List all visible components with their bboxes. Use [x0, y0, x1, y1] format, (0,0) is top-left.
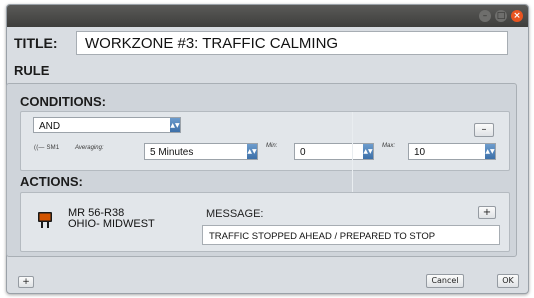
sensor-label: ((— SM1 — [34, 145, 60, 151]
min-label: Min: — [266, 143, 278, 149]
message-input[interactable]: TRAFFIC STOPPED AHEAD / PREPARED TO STOP — [202, 225, 500, 245]
max-select[interactable]: 10 ▲▼ — [408, 143, 496, 160]
operator-value: AND — [39, 121, 61, 132]
max-label: Max: — [382, 143, 396, 149]
min-select[interactable]: 0 ▲▼ — [294, 143, 374, 160]
message-label: MESSAGE: — [206, 208, 264, 220]
conditions-heading: CONDITIONS: — [20, 94, 106, 109]
dropdown-arrow-icon: ▲▼ — [363, 144, 373, 159]
title-bar: – □ × — [7, 5, 528, 27]
remove-condition-button[interactable]: – — [474, 123, 494, 137]
add-action-button[interactable]: + — [478, 206, 496, 219]
averaging-label: Averaging: — [75, 145, 104, 151]
actions-heading: ACTIONS: — [20, 174, 83, 189]
rule-heading: RULE — [14, 63, 50, 78]
averaging-value: 5 Minutes — [150, 147, 194, 158]
title-label: TITLE: — [14, 35, 58, 51]
max-value: 10 — [414, 147, 426, 158]
min-value: 0 — [300, 147, 306, 158]
add-condition-button[interactable]: + — [18, 276, 34, 288]
ok-button[interactable]: OK — [497, 274, 519, 288]
sign-location: OHIO- MIDWEST — [68, 218, 155, 230]
cancel-button[interactable]: Cancel — [426, 274, 464, 288]
dropdown-arrow-icon: ▲▼ — [485, 144, 495, 159]
dropdown-arrow-icon: ▲▼ — [170, 118, 180, 132]
operator-select[interactable]: AND ▲▼ — [33, 117, 181, 133]
averaging-select[interactable]: 5 Minutes ▲▼ — [144, 143, 258, 160]
sign-icon — [38, 212, 52, 228]
dropdown-arrow-icon: ▲▼ — [247, 144, 257, 159]
close-icon[interactable]: × — [511, 10, 523, 22]
minimize-icon[interactable]: – — [479, 10, 491, 22]
maximize-icon[interactable]: □ — [495, 10, 507, 22]
sign-name: MR 56-R38 OHIO- MIDWEST — [68, 208, 155, 230]
title-input[interactable]: WORKZONE #3: TRAFFIC CALMING — [76, 31, 508, 55]
divider — [352, 112, 353, 197]
